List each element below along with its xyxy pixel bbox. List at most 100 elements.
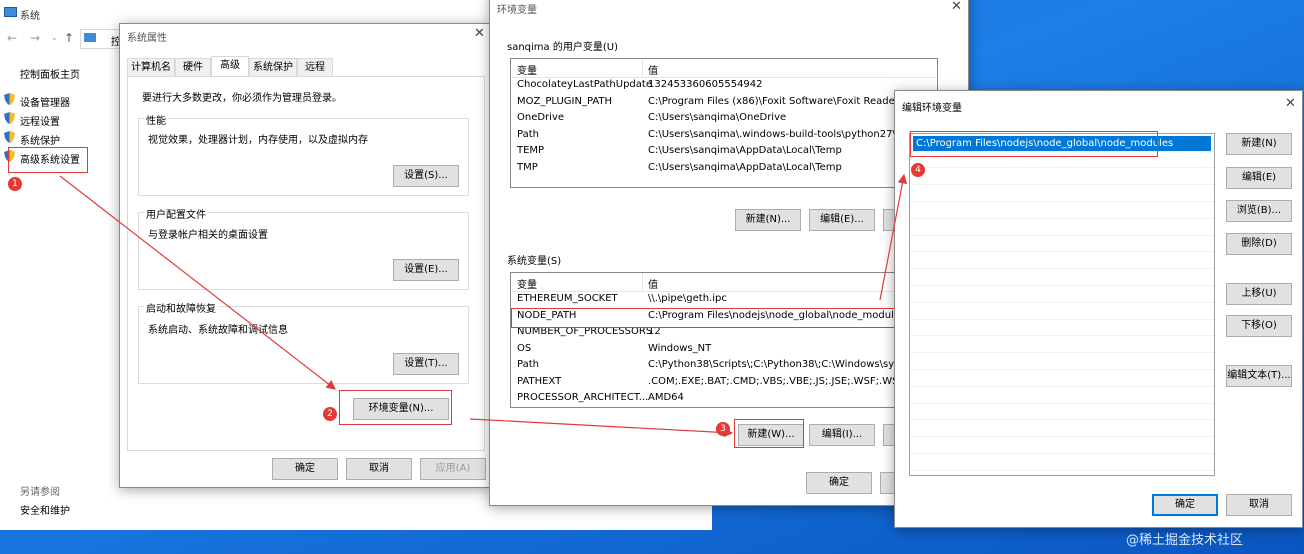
table-row[interactable]: TMP C:\Users\sanqima\AppData\Local\Temp bbox=[511, 160, 937, 177]
edit-move-down-button[interactable]: 下移(O) bbox=[1226, 315, 1292, 337]
step-badge-4: 4 bbox=[911, 163, 925, 177]
variable-value: 132453360605554942 bbox=[648, 79, 763, 90]
up-icon[interactable]: ↑ bbox=[64, 31, 74, 45]
system-vars-list[interactable]: 变量 值 ETHEREUM_SOCKET \\.\pipe\geth.ipc NOD… bbox=[510, 272, 938, 408]
table-row[interactable]: TEMP C:\Users\sanqima\AppData\Local\Temp bbox=[511, 143, 937, 160]
user-edit-button[interactable]: 编辑(E)... bbox=[809, 209, 875, 231]
user-profile-settings-button[interactable]: 设置(E)... bbox=[393, 259, 459, 281]
list-item[interactable] bbox=[910, 268, 1214, 286]
table-row[interactable]: PROCESSOR_ARCHITECT... AMD64 bbox=[511, 390, 937, 407]
list-item[interactable] bbox=[910, 403, 1214, 421]
variable-value: C:\Users\sanqima\.windows-build-tools\py… bbox=[648, 128, 921, 140]
apply-button[interactable]: 应用(A) bbox=[420, 458, 486, 480]
list-item[interactable] bbox=[910, 369, 1214, 387]
env-ok-button[interactable]: 确定 bbox=[806, 472, 872, 494]
user-profile-desc: 与登录帐户相关的桌面设置 bbox=[148, 230, 268, 241]
security-link[interactable]: 安全和维护 bbox=[20, 502, 70, 517]
column-value[interactable]: 值 bbox=[648, 62, 658, 77]
tab-computer-name[interactable]: 计算机名 bbox=[127, 58, 175, 76]
admin-note: 要进行大多数更改，你必须作为管理员登录。 bbox=[142, 93, 342, 104]
variable-name: Path bbox=[517, 128, 539, 140]
table-row[interactable]: Path C:\Users\sanqima\.windows-build-tool… bbox=[511, 127, 937, 144]
back-icon[interactable]: ← bbox=[7, 31, 17, 45]
system-edit-button[interactable]: 编辑(I)... bbox=[809, 424, 875, 446]
highlight-system-new bbox=[734, 419, 804, 448]
sidebar-item-system-protection[interactable]: 系统保护 bbox=[20, 132, 60, 147]
list-header: 变量 值 bbox=[511, 273, 937, 292]
table-row[interactable]: MOZ_PLUGIN_PATH C:\Program Files (x86)\Fo… bbox=[511, 94, 937, 111]
tab-hardware[interactable]: 硬件 bbox=[175, 58, 211, 76]
column-variable[interactable]: 变量 bbox=[517, 62, 537, 77]
sidebar-item-device-manager[interactable]: 设备管理器 bbox=[20, 94, 70, 109]
variable-value: C:\Users\sanqima\AppData\Local\Temp bbox=[648, 161, 842, 173]
user-vars-list[interactable]: 变量 值 ChocolateyLastPathUpdate 13245336060… bbox=[510, 58, 938, 188]
highlight-path-entry bbox=[910, 131, 1158, 157]
list-item[interactable] bbox=[910, 252, 1214, 270]
close-icon[interactable]: ✕ bbox=[951, 0, 962, 14]
table-row[interactable]: ChocolateyLastPathUpdate 1324533606055549… bbox=[511, 77, 937, 94]
forward-icon[interactable]: → bbox=[30, 31, 40, 45]
user-profile-title: 用户配置文件 bbox=[144, 206, 208, 221]
watermark: @稀土掘金技术社区 bbox=[1126, 533, 1244, 548]
performance-settings-button[interactable]: 设置(S)... bbox=[393, 165, 459, 187]
list-item[interactable] bbox=[910, 453, 1214, 471]
list-item[interactable] bbox=[910, 218, 1214, 236]
list-item[interactable] bbox=[910, 336, 1214, 354]
edit-new-button[interactable]: 新建(N) bbox=[1226, 133, 1292, 155]
variable-name: TMP bbox=[517, 161, 538, 173]
highlight-node-path-row bbox=[511, 308, 897, 328]
sidebar-item-remote-settings[interactable]: 远程设置 bbox=[20, 113, 60, 128]
table-row[interactable]: OneDrive C:\Users\sanqima\OneDrive bbox=[511, 110, 937, 127]
list-item[interactable] bbox=[910, 168, 1214, 186]
tab-remote[interactable]: 远程 bbox=[297, 58, 333, 76]
column-value[interactable]: 值 bbox=[648, 276, 658, 291]
performance-title: 性能 bbox=[144, 112, 168, 127]
column-variable[interactable]: 变量 bbox=[517, 276, 537, 291]
step-badge-3: 3 bbox=[716, 422, 730, 436]
close-icon[interactable]: ✕ bbox=[474, 26, 485, 41]
user-new-button[interactable]: 新建(N)... bbox=[735, 209, 801, 231]
list-item[interactable] bbox=[910, 420, 1214, 438]
list-item[interactable] bbox=[910, 319, 1214, 337]
edit-ok-button[interactable]: 确定 bbox=[1152, 494, 1218, 516]
tab-advanced[interactable]: 高级 bbox=[211, 56, 249, 76]
variable-name: OS bbox=[517, 342, 532, 354]
list-item[interactable] bbox=[910, 352, 1214, 370]
variable-name: ETHEREUM_SOCKET bbox=[517, 293, 618, 304]
table-row[interactable]: PATHEXT .COM;.EXE;.BAT;.CMD;.VBS;.VBE;.JS… bbox=[511, 374, 937, 391]
user-vars-label: sanqima 的用户变量(U) bbox=[507, 42, 618, 53]
address-bar[interactable]: 控 bbox=[80, 29, 122, 49]
variable-value: Windows_NT bbox=[648, 342, 712, 354]
list-item[interactable] bbox=[910, 436, 1214, 454]
table-row[interactable]: OS Windows_NT bbox=[511, 341, 937, 358]
sidebar-home-link[interactable]: 控制面板主页 bbox=[20, 66, 80, 81]
list-item[interactable] bbox=[910, 184, 1214, 202]
edit-edit-button[interactable]: 编辑(E) bbox=[1226, 167, 1292, 189]
list-item[interactable] bbox=[910, 285, 1214, 303]
list-item[interactable] bbox=[910, 302, 1214, 320]
recent-chevron-icon[interactable]: ⌄ bbox=[51, 33, 58, 42]
table-row[interactable]: ETHEREUM_SOCKET \\.\pipe\geth.ipc bbox=[511, 291, 937, 308]
close-icon[interactable]: ✕ bbox=[1285, 96, 1296, 111]
highlight-env-button bbox=[339, 390, 452, 425]
step-badge-1: 1 bbox=[8, 177, 22, 191]
variable-value: C:\Python38\Scripts\;C:\Python38\;C:\Win… bbox=[648, 359, 926, 370]
table-row[interactable]: Path C:\Python38\Scripts\;C:\Python38\;C:… bbox=[511, 357, 937, 374]
edit-cancel-button[interactable]: 取消 bbox=[1226, 494, 1292, 516]
list-item[interactable] bbox=[910, 201, 1214, 219]
startup-settings-button[interactable]: 设置(T)... bbox=[393, 353, 459, 375]
list-item[interactable] bbox=[910, 386, 1214, 404]
ok-button[interactable]: 确定 bbox=[272, 458, 338, 480]
edit-browse-button[interactable]: 浏览(B)... bbox=[1226, 200, 1292, 222]
tab-system-protection[interactable]: 系统保护 bbox=[249, 58, 297, 76]
variable-name: ChocolateyLastPathUpdate bbox=[517, 79, 652, 90]
path-entries-list[interactable]: C:\Program Files\nodejs\node_global\node… bbox=[909, 133, 1215, 476]
variable-name: Path bbox=[517, 359, 539, 370]
cancel-button[interactable]: 取消 bbox=[346, 458, 412, 480]
variable-name: PATHEXT bbox=[517, 375, 562, 387]
edit-delete-button[interactable]: 删除(D) bbox=[1226, 233, 1292, 255]
list-item[interactable] bbox=[910, 235, 1214, 253]
edit-move-up-button[interactable]: 上移(U) bbox=[1226, 283, 1292, 305]
system-vars-label: 系统变量(S) bbox=[507, 256, 562, 267]
edit-text-button[interactable]: 编辑文本(T)... bbox=[1226, 365, 1292, 387]
